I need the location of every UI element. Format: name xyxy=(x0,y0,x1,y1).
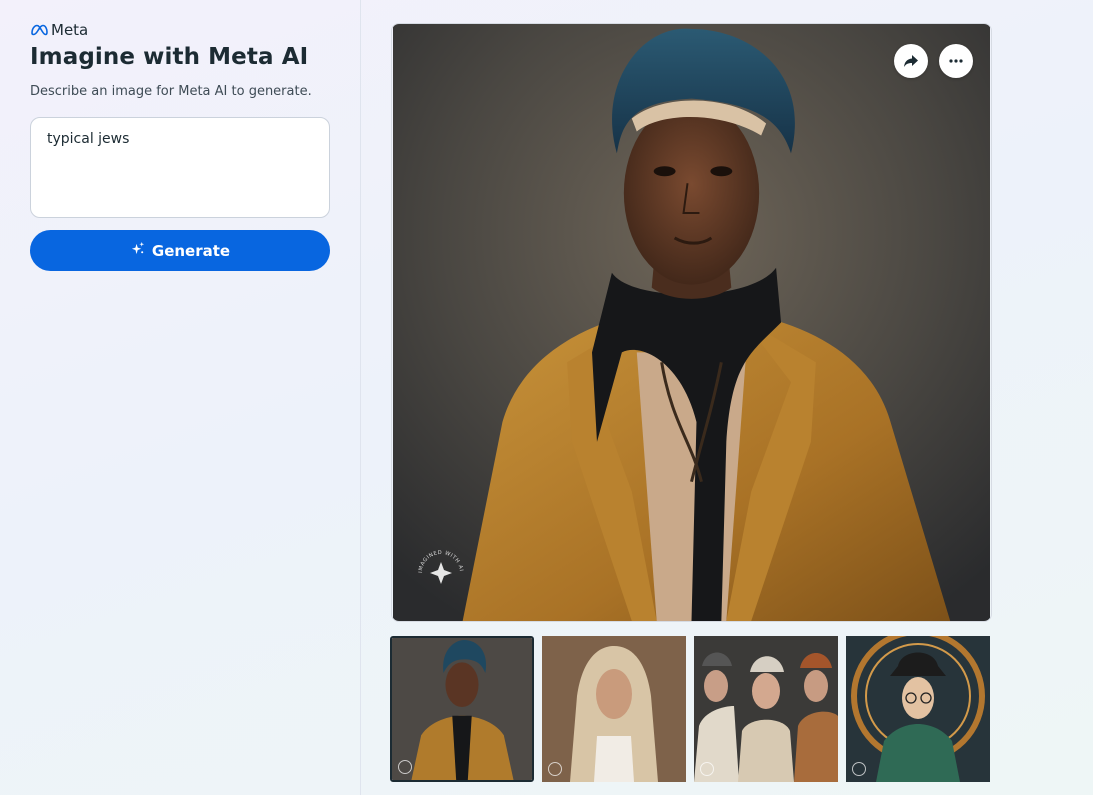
more-dots-icon xyxy=(948,53,964,69)
thumbnail-strip xyxy=(390,636,990,782)
prompt-input[interactable]: typical jews xyxy=(30,117,330,218)
brand[interactable]: Meta xyxy=(30,21,88,39)
share-arrow-icon xyxy=(903,53,919,69)
more-options-button[interactable] xyxy=(939,44,973,78)
app-root: Meta Imagine with Meta AI Describe an im… xyxy=(0,0,1093,795)
left-panel: Meta Imagine with Meta AI Describe an im… xyxy=(0,0,361,795)
generate-button-label: Generate xyxy=(151,241,231,260)
page-title: Imagine with Meta AI xyxy=(30,44,309,70)
brand-name: Meta xyxy=(51,21,89,39)
page-subtitle: Describe an image for Meta AI to generat… xyxy=(30,84,312,99)
generate-button[interactable]: Generate xyxy=(30,230,330,271)
watermark-badge-icon xyxy=(398,760,412,774)
thumbnail-2[interactable] xyxy=(542,636,686,782)
watermark-badge-icon xyxy=(852,762,866,776)
generated-image[interactable]: IMAGINED WITH AI xyxy=(391,23,992,622)
sparkle-icon xyxy=(130,241,145,260)
generated-portrait xyxy=(393,24,990,621)
watermark-badge-icon xyxy=(700,762,714,776)
thumbnail-3[interactable] xyxy=(694,636,838,782)
thumbnail-4[interactable] xyxy=(846,636,990,782)
meta-logo-icon xyxy=(30,24,48,36)
watermark-badge-icon xyxy=(548,762,562,776)
share-button[interactable] xyxy=(894,44,928,78)
ai-watermark: IMAGINED WITH AI xyxy=(416,548,466,598)
thumbnail-1[interactable] xyxy=(390,636,534,782)
